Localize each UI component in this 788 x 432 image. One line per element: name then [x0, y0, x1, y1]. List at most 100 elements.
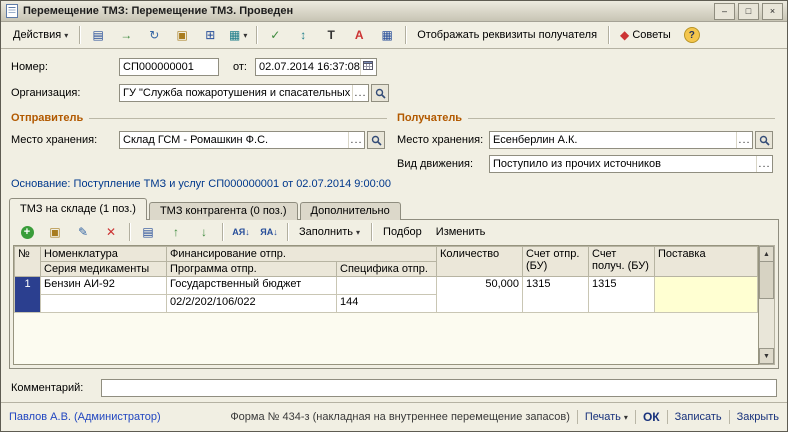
help-icon: ? [684, 27, 700, 43]
toolbar-separator [79, 26, 80, 44]
edit-text-icon[interactable]: А [345, 24, 373, 46]
grid-area: № Номенклатура Финансирование отпр. Коли… [13, 245, 775, 365]
row-number-cell[interactable]: 1 [15, 277, 41, 313]
col-header-acct-from[interactable]: Счет отпр. (БУ) [523, 247, 589, 277]
sender-storage-row: Место хранения: Склад ГСМ - Ромашкин Ф.С… [11, 131, 391, 149]
toolbar-separator [405, 26, 406, 44]
table-empty-area[interactable] [15, 313, 758, 360]
vertical-scrollbar[interactable]: ▲ ▼ [759, 245, 775, 365]
calendar-icon[interactable] [360, 59, 376, 75]
edit-row-icon[interactable]: ✎ [69, 221, 97, 243]
ellipsis-button[interactable]: ... [736, 132, 752, 148]
cell-acct-to[interactable]: 1315 [589, 277, 655, 313]
col-header-acct-to[interactable]: Счет получ. (БУ) [589, 247, 655, 277]
goto-icon[interactable]: → [112, 24, 140, 46]
save-button[interactable]: Записать [675, 411, 722, 423]
movement-type-field[interactable]: Поступило из прочих источников ... [489, 155, 773, 173]
post-document-icon[interactable]: ✓ [261, 24, 289, 46]
sort-asc-icon[interactable]: АЯ↓ [227, 221, 255, 243]
organization-label: Организация: [11, 87, 119, 99]
pick-button[interactable]: Подбор [376, 221, 429, 243]
date-field[interactable]: 02.07.2014 16:37:08 [255, 58, 377, 76]
delete-row-icon[interactable]: ✕ [97, 221, 125, 243]
font-T-icon[interactable]: Т [317, 24, 345, 46]
actions-menu-button[interactable]: Действия [6, 24, 75, 46]
comment-input[interactable] [101, 379, 777, 397]
col-header-quantity[interactable]: Количество [437, 247, 523, 277]
minimize-button[interactable]: – [714, 3, 735, 20]
ellipsis-button[interactable]: ... [352, 85, 368, 101]
scroll-down-icon[interactable]: ▼ [759, 348, 774, 364]
structure-icon[interactable]: ⊞ [196, 24, 224, 46]
cell-quantity[interactable]: 50,000 [437, 277, 523, 313]
close-form-button[interactable]: Закрыть [737, 411, 779, 423]
recipient-storage-open-button[interactable] [755, 131, 773, 149]
cell-specifics-code[interactable]: 144 [337, 295, 437, 313]
col-header-num[interactable]: № [15, 247, 41, 277]
copy-row-icon[interactable]: ▣ [41, 221, 69, 243]
sender-title: Отправитель [11, 112, 83, 124]
tab-tmz-contractor[interactable]: ТМЗ контрагента (0 поз.) [149, 202, 298, 220]
close-button[interactable]: × [762, 3, 783, 20]
cell-program[interactable]: Государственный бюджет [167, 277, 337, 295]
change-button[interactable]: Изменить [429, 221, 493, 243]
copy-icon[interactable]: ▣ [168, 24, 196, 46]
journal-icon[interactable]: ▤ [84, 24, 112, 46]
scroll-up-icon[interactable]: ▲ [759, 246, 774, 262]
organization-row: Организация: ГУ "Служба пожаротушения и … [11, 84, 771, 102]
cell-specifics[interactable] [337, 277, 437, 295]
ok-button[interactable]: ОК [643, 410, 660, 424]
user-link[interactable]: Павлов А.В. (Администратор) [9, 411, 161, 423]
col-header-financing[interactable]: Финансирование отпр. [167, 247, 437, 262]
create-based-icon[interactable]: ▦ [224, 24, 252, 46]
cell-nomenclature[interactable]: Бензин АИ-92 [41, 277, 167, 295]
help-button[interactable]: ? [678, 24, 706, 46]
ellipsis-button[interactable]: ... [756, 156, 772, 172]
grid-toolbar: + ▣ ✎ ✕ ▤ ↑ ↓ АЯ↓ ЯА↓ Заполнить Подбор И… [10, 220, 778, 244]
refresh-icon[interactable]: ↻ [140, 24, 168, 46]
add-row-icon[interactable]: + [13, 221, 41, 243]
col-header-program[interactable]: Программа отпр. [167, 262, 337, 277]
cell-acct-from[interactable]: 1315 [523, 277, 589, 313]
items-table: № Номенклатура Финансирование отпр. Коли… [13, 245, 759, 365]
report-icon[interactable]: ▦ [373, 24, 401, 46]
recipient-storage-label: Место хранения: [397, 134, 489, 146]
col-header-specifics[interactable]: Специфика отпр. [337, 262, 437, 277]
number-input[interactable] [119, 58, 219, 76]
col-header-delivery[interactable]: Поставка [655, 247, 758, 277]
recipient-storage-field[interactable]: Есенберлин А.К. ... [489, 131, 753, 149]
toolbar-separator [129, 223, 130, 241]
cell-delivery[interactable] [655, 277, 758, 313]
show-recipient-details-button[interactable]: Отображать реквизиты получателя [410, 24, 604, 46]
fill-menu-button[interactable]: Заполнить [292, 221, 367, 243]
maximize-button[interactable]: □ [738, 3, 759, 20]
ellipsis-button[interactable]: ... [348, 132, 364, 148]
sender-storage-field[interactable]: Склад ГСМ - Ромашкин Ф.С. ... [119, 131, 365, 149]
number-row: Номер: от: 02.07.2014 16:37:08 [11, 58, 771, 76]
print-button[interactable]: Печать [585, 411, 628, 423]
organization-open-button[interactable] [371, 84, 389, 102]
magnifier-icon [759, 135, 770, 146]
movements-icon[interactable]: ↕ [289, 24, 317, 46]
col-header-nomenclature[interactable]: Номенклатура [41, 247, 167, 262]
table-row[interactable]: 1 Бензин АИ-92 Государственный бюджет 50… [15, 277, 758, 295]
organization-field[interactable]: ГУ "Служба пожаротушения и спасательных … [119, 84, 369, 102]
cell-program-code[interactable]: 02/2/202/106/022 [167, 295, 337, 313]
statusbar-separator [729, 410, 730, 424]
comment-row: Комментарий: [11, 379, 777, 397]
sort-desc-icon[interactable]: ЯА↓ [255, 221, 283, 243]
sender-storage-open-button[interactable] [367, 131, 385, 149]
scrollbar-thumb[interactable] [759, 261, 774, 299]
tab-tmz-warehouse[interactable]: ТМЗ на складе (1 поз.) [9, 198, 147, 220]
recipient-storage-row: Место хранения: Есенберлин А.К. ... [397, 131, 777, 149]
recipient-title: Получатель [397, 112, 462, 124]
col-header-series[interactable]: Серия медикаменты [41, 262, 167, 277]
statusbar-separator [635, 410, 636, 424]
cell-series[interactable] [41, 295, 167, 313]
move-down-icon[interactable]: ↓ [190, 221, 218, 243]
tab-additional[interactable]: Дополнительно [300, 202, 401, 220]
toolbar-separator [287, 223, 288, 241]
advices-button[interactable]: ◆ Советы [613, 24, 678, 46]
order-icon[interactable]: ▤ [134, 221, 162, 243]
move-up-icon[interactable]: ↑ [162, 221, 190, 243]
